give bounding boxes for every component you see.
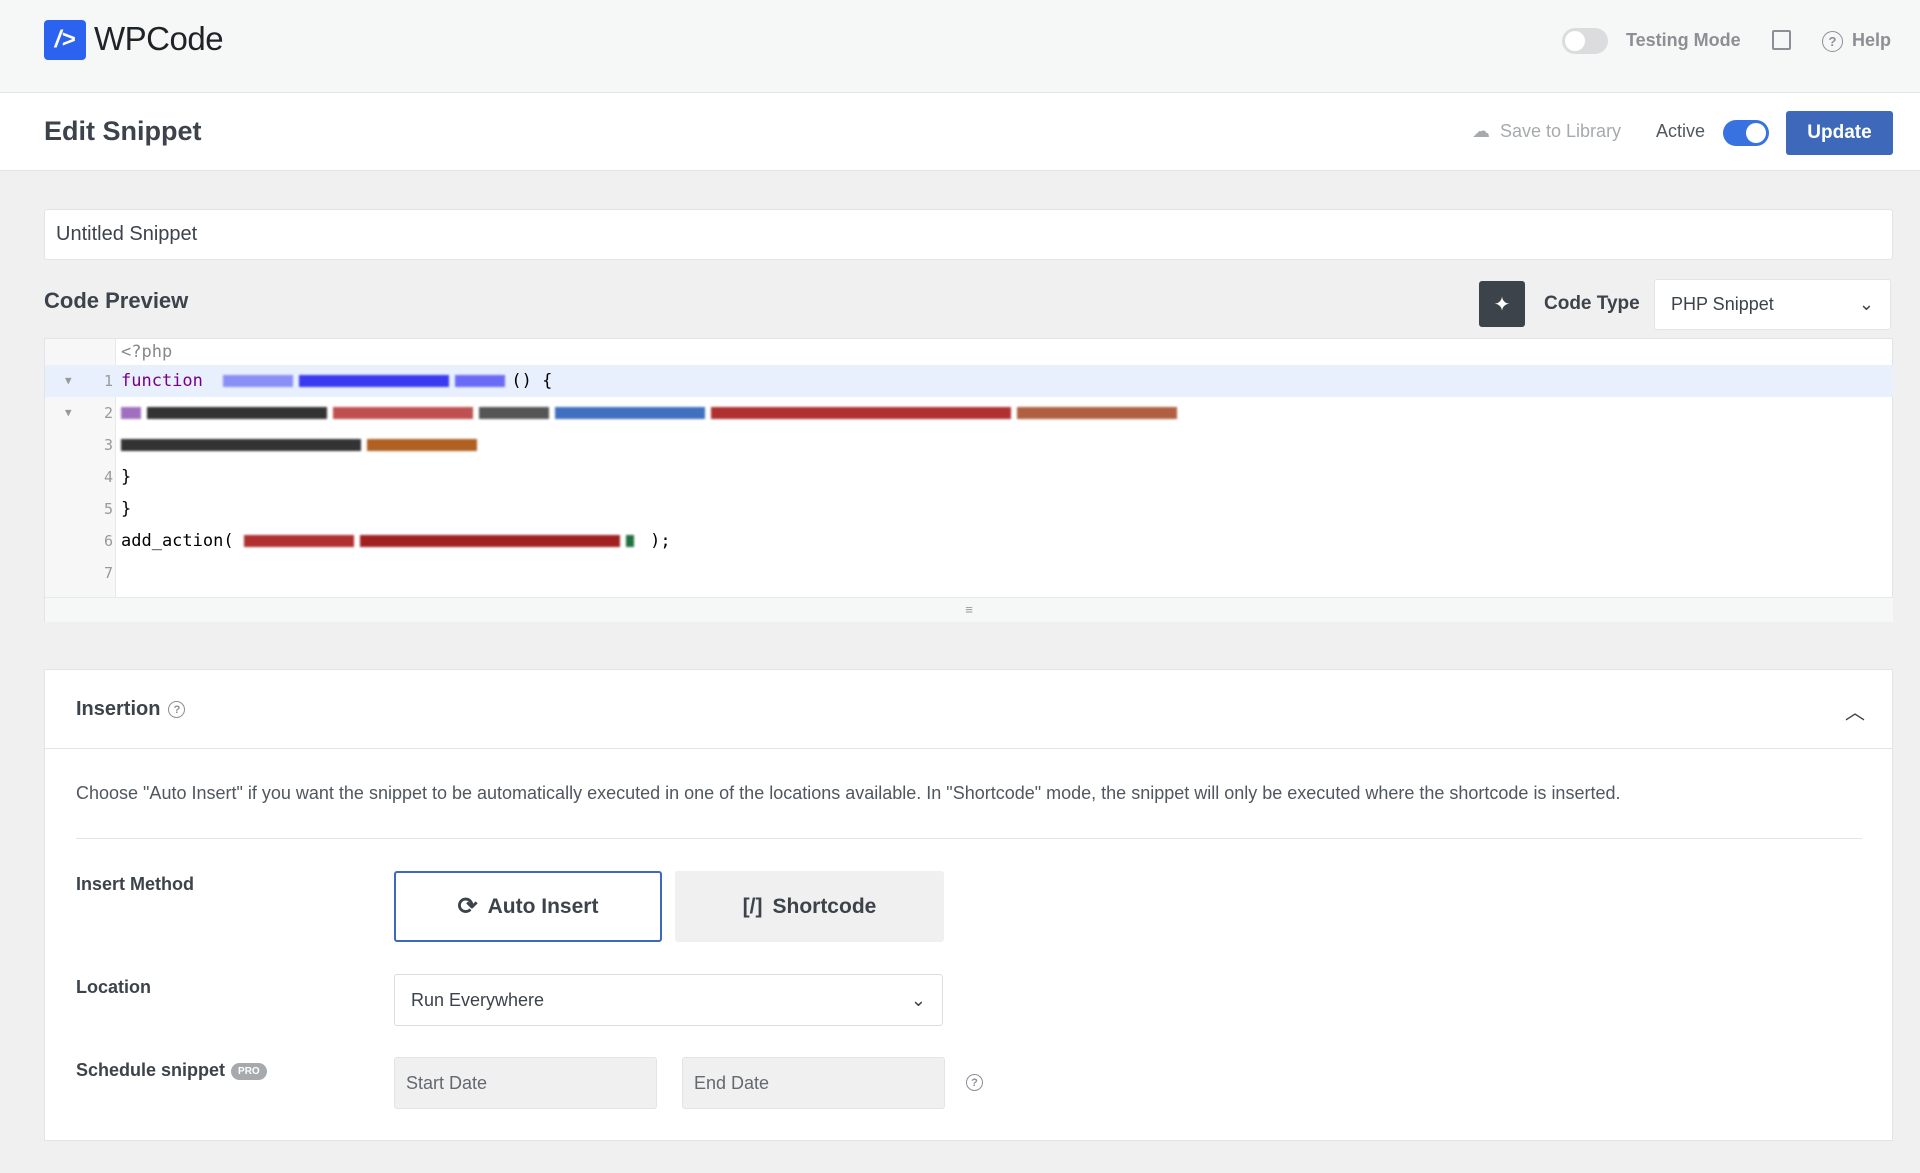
- code-editor[interactable]: <?php ▼ 1 function () { ▼ 2 3 4} 5} 6 add_ac…: [44, 338, 1893, 622]
- active-label: Active: [1656, 121, 1706, 141]
- code-preview-heading: Code Preview: [44, 288, 189, 313]
- insertion-description: Choose "Auto Insert" if you want the sni…: [76, 783, 1621, 803]
- testing-mode-toggle[interactable]: [1562, 28, 1608, 54]
- help-icon[interactable]: ?: [1822, 31, 1843, 52]
- wpcode-logo-icon: />: [44, 20, 86, 60]
- chevron-up-icon[interactable]: ︿: [1845, 696, 1865, 725]
- code-type-select[interactable]: PHP Snippet ⌄: [1654, 279, 1891, 330]
- editor-resize-handle[interactable]: ≡: [45, 597, 1893, 622]
- insert-method-label: Insert Method: [76, 874, 195, 894]
- snippet-title-input[interactable]: [44, 209, 1893, 260]
- active-toggle[interactable]: [1723, 120, 1769, 146]
- refresh-icon: ⟳: [457, 893, 478, 920]
- schedule-snippet-label: Schedule snippet PRO: [76, 1060, 267, 1081]
- code-type-value: PHP Snippet: [1671, 294, 1774, 314]
- auto-insert-button[interactable]: ⟳ Auto Insert: [394, 871, 662, 942]
- shortcode-icon: [/]: [742, 894, 763, 918]
- code-line: 5}: [103, 499, 132, 519]
- code-line: <?php: [121, 342, 173, 362]
- insertion-header[interactable]: [45, 670, 1892, 749]
- ai-sparkle-button[interactable]: ✦: [1479, 281, 1525, 327]
- location-select[interactable]: Run Everywhere ⌄: [394, 974, 943, 1026]
- brand-name: WPCode: [94, 20, 224, 57]
- location-label: Location: [76, 977, 151, 997]
- end-date-input[interactable]: End Date: [682, 1057, 945, 1109]
- code-line: ▼ 2: [45, 397, 1893, 429]
- start-date-input[interactable]: Start Date: [394, 1057, 657, 1109]
- chevron-down-icon: ⌄: [910, 989, 926, 1010]
- code-line: ▼ 1 function () {: [45, 365, 1893, 397]
- help-icon[interactable]: ?: [168, 701, 186, 718]
- pro-badge: PRO: [231, 1062, 267, 1080]
- top-bar: /> WPCode Testing Mode ? Help: [0, 0, 1920, 93]
- code-line: 6 add_action( );: [103, 531, 671, 551]
- code-line: 4}: [103, 467, 132, 487]
- cloud-icon: ☁: [1472, 121, 1490, 141]
- chevron-down-icon: ⌄: [1858, 294, 1874, 314]
- code-line: 7: [103, 564, 113, 582]
- save-to-library-button[interactable]: ☁ Save to Library: [1472, 121, 1621, 142]
- code-line: 3: [45, 429, 1893, 461]
- save-to-library-label: Save to Library: [1500, 121, 1622, 141]
- edit-bar: [0, 93, 1920, 171]
- testing-mode-label: Testing Mode: [1626, 30, 1741, 50]
- code-type-label: Code Type: [1544, 293, 1640, 314]
- divider: [76, 838, 1862, 839]
- help-icon[interactable]: ?: [966, 1074, 983, 1091]
- notifications-inbox-icon[interactable]: [1772, 30, 1791, 50]
- help-link[interactable]: Help: [1852, 30, 1891, 51]
- update-button[interactable]: Update: [1786, 111, 1893, 155]
- page-title: Edit Snippet: [44, 116, 202, 146]
- sparkle-icon: ✦: [1493, 293, 1511, 316]
- insertion-title: Insertion?: [76, 698, 186, 721]
- shortcode-button[interactable]: [/] Shortcode: [675, 871, 944, 942]
- insertion-panel: Insertion? ︿ Choose "Auto Insert" if you…: [44, 669, 1893, 1141]
